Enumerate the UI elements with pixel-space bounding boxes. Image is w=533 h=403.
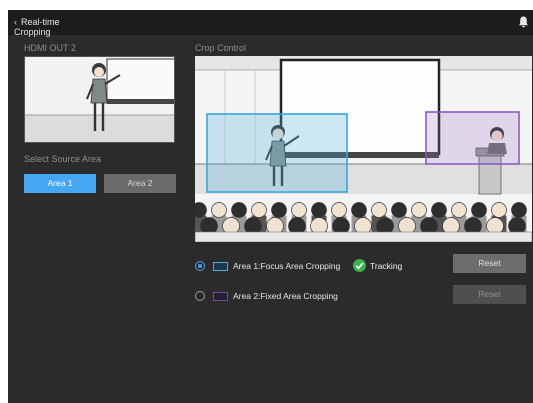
area-2-color-swatch [213, 292, 228, 301]
area-2-radio[interactable] [195, 291, 205, 301]
page-title: Real-time Cropping [14, 17, 60, 37]
crop-control-label: Crop Control [195, 43, 247, 53]
crop-control-view[interactable] [195, 56, 532, 242]
back-button[interactable]: ‹ Real-time Cropping [14, 17, 94, 37]
area-1-radio[interactable] [195, 261, 205, 271]
area-2-row: Area 2:Fixed Area Cropping [195, 289, 445, 305]
area-2-label: Area 2:Fixed Area Cropping [233, 291, 338, 301]
area-1-crop-rect [206, 113, 348, 193]
bell-icon[interactable] [518, 16, 529, 28]
area-1-color-swatch [213, 262, 228, 271]
area-1-reset-button[interactable]: Reset [453, 254, 526, 273]
hdmi-out-label: HDMI OUT 2 [24, 43, 76, 53]
area-1-button[interactable]: Area 1 [24, 174, 96, 193]
hdmi-preview [24, 56, 175, 143]
audience-group [195, 202, 532, 242]
lecture-hall-image [195, 56, 532, 242]
area-2-button[interactable]: Area 2 [104, 174, 176, 193]
area-2-reset-button[interactable]: Reset [453, 285, 526, 304]
select-source-area-label: Select Source Area [24, 154, 102, 164]
app-window: ‹ Real-time Cropping HDMI OUT 2 Select So… [8, 10, 533, 403]
presenter-preview-image [25, 57, 174, 142]
check-circle-icon [353, 259, 366, 272]
area-2-crop-rect [425, 111, 520, 165]
top-bar: ‹ Real-time Cropping [8, 10, 533, 37]
area-1-label: Area 1:Focus Area Cropping [233, 261, 341, 271]
tracking-status: Tracking [370, 261, 403, 271]
chevron-left-icon: ‹ [14, 17, 17, 27]
